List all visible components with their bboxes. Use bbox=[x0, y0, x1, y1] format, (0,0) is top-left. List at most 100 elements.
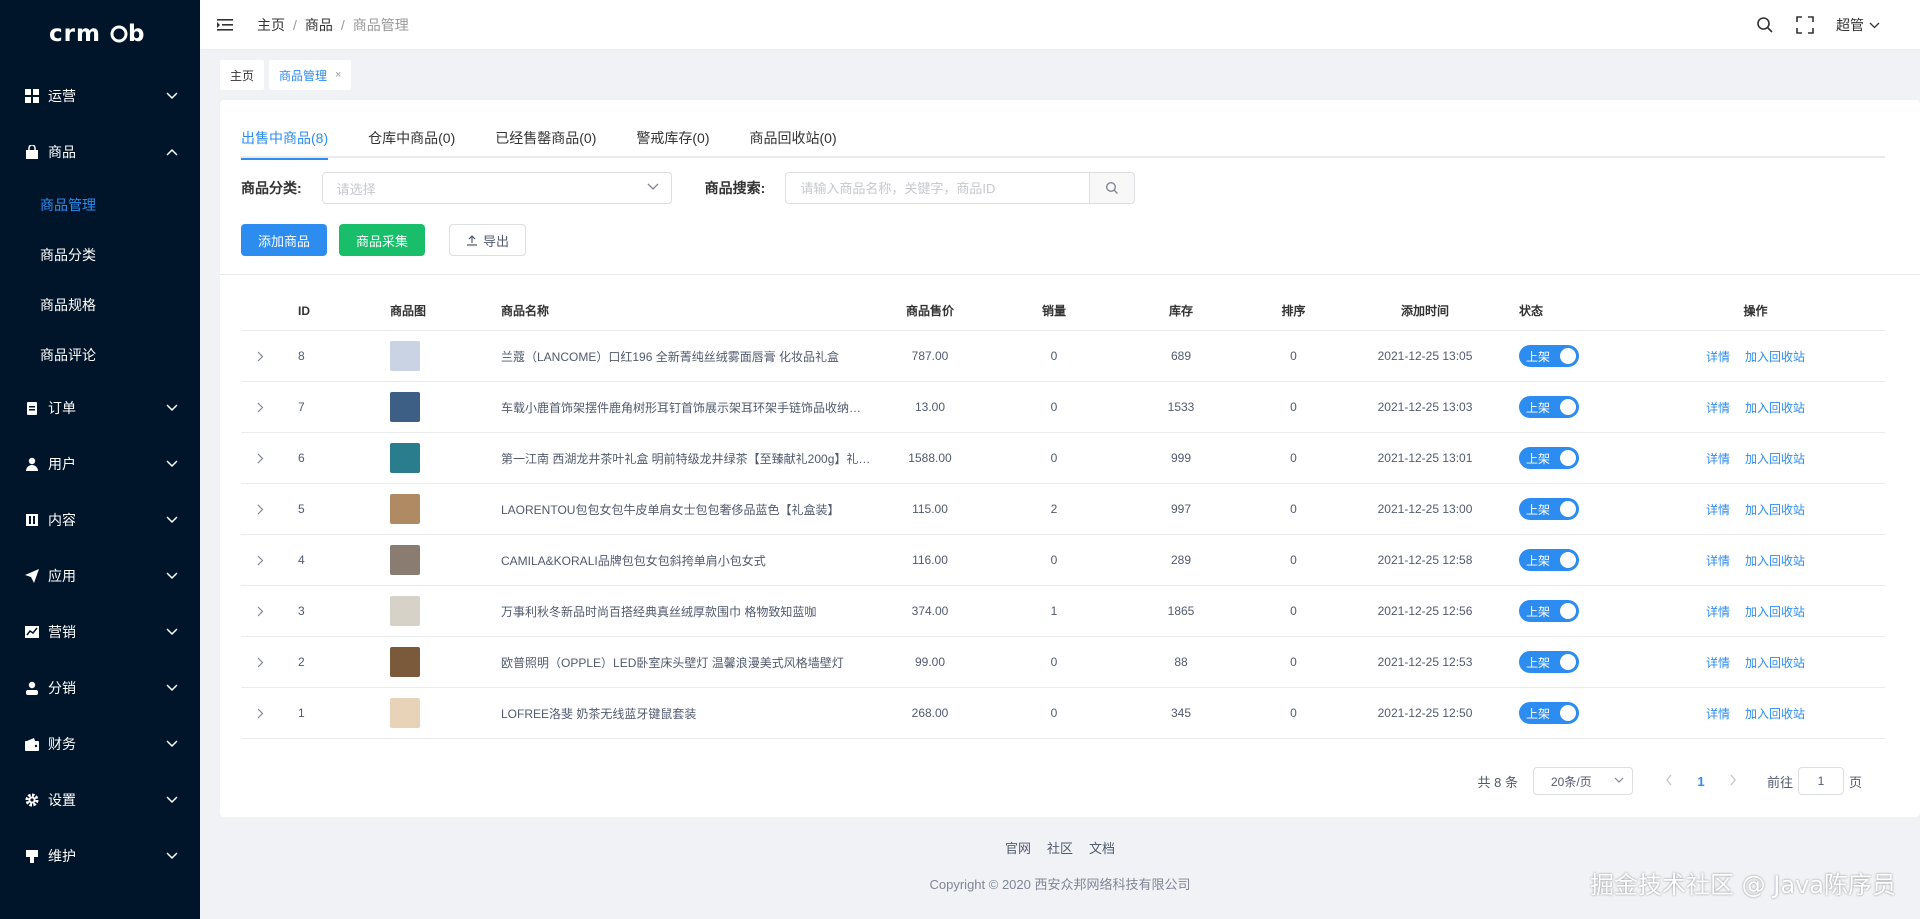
chevron-down-icon bbox=[166, 90, 178, 102]
footer-link-community[interactable]: 社区 bbox=[1047, 838, 1073, 857]
status-toggle[interactable]: 上架 bbox=[1519, 345, 1579, 367]
cell-sort: 0 bbox=[1290, 451, 1297, 465]
product-thumbnail[interactable] bbox=[390, 443, 420, 473]
fullscreen-icon[interactable] bbox=[1796, 16, 1814, 34]
recycle-link[interactable]: 加入回收站 bbox=[1745, 554, 1805, 568]
product-tabs: 出售中商品(8) 仓库中商品(0) 已经售罄商品(0) 警戒库存(0) 商品回收… bbox=[241, 118, 1885, 160]
menu-settings[interactable]: 设置 bbox=[0, 772, 200, 828]
footer-link-docs[interactable]: 文档 bbox=[1089, 838, 1115, 857]
status-toggle[interactable]: 上架 bbox=[1519, 498, 1579, 520]
menu-finance[interactable]: 财务 bbox=[0, 716, 200, 772]
menu-app[interactable]: 应用 bbox=[0, 548, 200, 604]
collect-product-button[interactable]: 商品采集 bbox=[339, 224, 426, 256]
recycle-link[interactable]: 加入回收站 bbox=[1745, 503, 1805, 517]
status-toggle[interactable]: 上架 bbox=[1519, 600, 1579, 622]
detail-link[interactable]: 详情 bbox=[1706, 350, 1730, 364]
export-button[interactable]: 导出 bbox=[449, 224, 527, 256]
prev-page-button[interactable] bbox=[1653, 774, 1685, 789]
add-product-button[interactable]: 添加商品 bbox=[241, 224, 328, 256]
chevron-down-icon bbox=[166, 570, 178, 582]
product-thumbnail[interactable] bbox=[390, 494, 420, 524]
detail-link[interactable]: 详情 bbox=[1706, 503, 1730, 517]
header-time: 添加时间 bbox=[1400, 304, 1449, 318]
tab-warehouse[interactable]: 仓库中商品(0) bbox=[368, 118, 455, 158]
status-toggle[interactable]: 上架 bbox=[1519, 702, 1579, 724]
recycle-link[interactable]: 加入回收站 bbox=[1745, 656, 1805, 670]
search-button[interactable] bbox=[1089, 172, 1136, 204]
recycle-link[interactable]: 加入回收站 bbox=[1745, 401, 1805, 415]
tag-home[interactable]: 主页 bbox=[220, 60, 265, 90]
recycle-link[interactable]: 加入回收站 bbox=[1745, 452, 1805, 466]
table-row: 2 欧普照明（OPPLE）LED卧室床头壁灯 温馨浪漫美式风格墙壁灯 99.00 0 8… bbox=[241, 637, 1885, 688]
detail-link[interactable]: 详情 bbox=[1706, 401, 1730, 415]
expand-row-icon[interactable] bbox=[241, 453, 279, 464]
expand-row-icon[interactable] bbox=[241, 504, 279, 515]
product-thumbnail[interactable] bbox=[390, 545, 420, 575]
cell-name: 车载小鹿首饰架摆件鹿角树形耳钉首饰展示架耳环架手链饰品收纳首饰挂… bbox=[501, 400, 871, 415]
search-input[interactable] bbox=[785, 172, 1090, 204]
status-toggle[interactable]: 上架 bbox=[1519, 447, 1579, 469]
sidebar-item-product-category[interactable]: 商品分类 bbox=[0, 230, 200, 280]
cell-image bbox=[370, 392, 481, 422]
detail-link[interactable]: 详情 bbox=[1706, 707, 1730, 721]
breadcrumb-home[interactable]: 主页 bbox=[257, 15, 285, 35]
expand-row-icon[interactable] bbox=[241, 657, 279, 668]
recycle-link[interactable]: 加入回收站 bbox=[1745, 350, 1805, 364]
expand-row-icon[interactable] bbox=[241, 606, 279, 617]
category-select[interactable]: 请选择 bbox=[321, 172, 672, 204]
recycle-link[interactable]: 加入回收站 bbox=[1745, 605, 1805, 619]
tab-recycle-bin[interactable]: 商品回收站(0) bbox=[750, 118, 837, 158]
footer-link-website[interactable]: 官网 bbox=[1005, 838, 1031, 857]
menu-operation[interactable]: 运营 bbox=[0, 68, 200, 124]
detail-link[interactable]: 详情 bbox=[1706, 656, 1730, 670]
detail-link[interactable]: 详情 bbox=[1706, 554, 1730, 568]
menu-distribution[interactable]: 分销 bbox=[0, 660, 200, 716]
search-icon[interactable] bbox=[1756, 16, 1774, 34]
product-thumbnail[interactable] bbox=[390, 647, 420, 677]
product-thumbnail[interactable] bbox=[390, 698, 420, 728]
product-thumbnail[interactable] bbox=[390, 596, 420, 626]
breadcrumb-separator: / bbox=[340, 16, 345, 33]
tab-sold-out[interactable]: 已经售罄商品(0) bbox=[495, 118, 596, 158]
next-page-button[interactable] bbox=[1717, 774, 1749, 789]
menu-collapse-icon[interactable] bbox=[217, 17, 233, 33]
expand-row-icon[interactable] bbox=[241, 555, 279, 566]
detail-link[interactable]: 详情 bbox=[1706, 452, 1730, 466]
goto-page-input[interactable] bbox=[1797, 767, 1844, 795]
menu-marketing[interactable]: 营销 bbox=[0, 604, 200, 660]
status-toggle[interactable]: 上架 bbox=[1519, 396, 1579, 418]
menu-user[interactable]: 用户 bbox=[0, 436, 200, 492]
logo[interactable]: crm b bbox=[0, 0, 200, 68]
recycle-link[interactable]: 加入回收站 bbox=[1745, 707, 1805, 721]
tag-product-manage[interactable]: 商品管理 × bbox=[269, 60, 352, 90]
menu-label: 用户 bbox=[48, 456, 76, 472]
menu-maintenance[interactable]: 维护 bbox=[0, 828, 200, 884]
chevron-down-icon bbox=[166, 738, 178, 750]
expand-row-icon[interactable] bbox=[241, 351, 279, 362]
breadcrumb-product[interactable]: 商品 bbox=[305, 15, 333, 35]
expand-row-icon[interactable] bbox=[241, 402, 279, 413]
menu-product[interactable]: 商品 bbox=[0, 124, 200, 180]
tab-stock-alert[interactable]: 警戒库存(0) bbox=[636, 118, 709, 158]
menu-content[interactable]: 内容 bbox=[0, 492, 200, 548]
status-toggle[interactable]: 上架 bbox=[1519, 651, 1579, 673]
menu-order[interactable]: 订单 bbox=[0, 380, 200, 436]
tab-on-sale[interactable]: 出售中商品(8) bbox=[241, 118, 329, 160]
table-row: 8 兰蔻（LANCOME）口红196 全新菁纯丝绒雾面唇膏 化妆品礼盒 787.00… bbox=[241, 331, 1885, 382]
status-toggle[interactable]: 上架 bbox=[1519, 549, 1579, 571]
product-thumbnail[interactable] bbox=[390, 341, 420, 371]
cell-name: LOFREE洛斐 奶茶无线蓝牙键鼠套装 bbox=[501, 706, 697, 721]
detail-link[interactable]: 详情 bbox=[1706, 605, 1730, 619]
cell-sort: 0 bbox=[1290, 553, 1297, 567]
sidebar-item-product-spec[interactable]: 商品规格 bbox=[0, 280, 200, 330]
expand-row-icon[interactable] bbox=[241, 708, 279, 719]
product-thumbnail[interactable] bbox=[390, 392, 420, 422]
sidebar-item-product-review[interactable]: 商品评论 bbox=[0, 330, 200, 380]
page-size-select[interactable]: 20条/页 bbox=[1532, 767, 1633, 795]
user-menu[interactable]: 超管 bbox=[1836, 15, 1880, 35]
sidebar-item-product-manage[interactable]: 商品管理 bbox=[0, 180, 200, 230]
page-number-current[interactable]: 1 bbox=[1685, 774, 1717, 789]
bag-icon bbox=[24, 144, 40, 160]
close-icon[interactable]: × bbox=[335, 69, 341, 81]
menu-label: 内容 bbox=[48, 512, 76, 528]
